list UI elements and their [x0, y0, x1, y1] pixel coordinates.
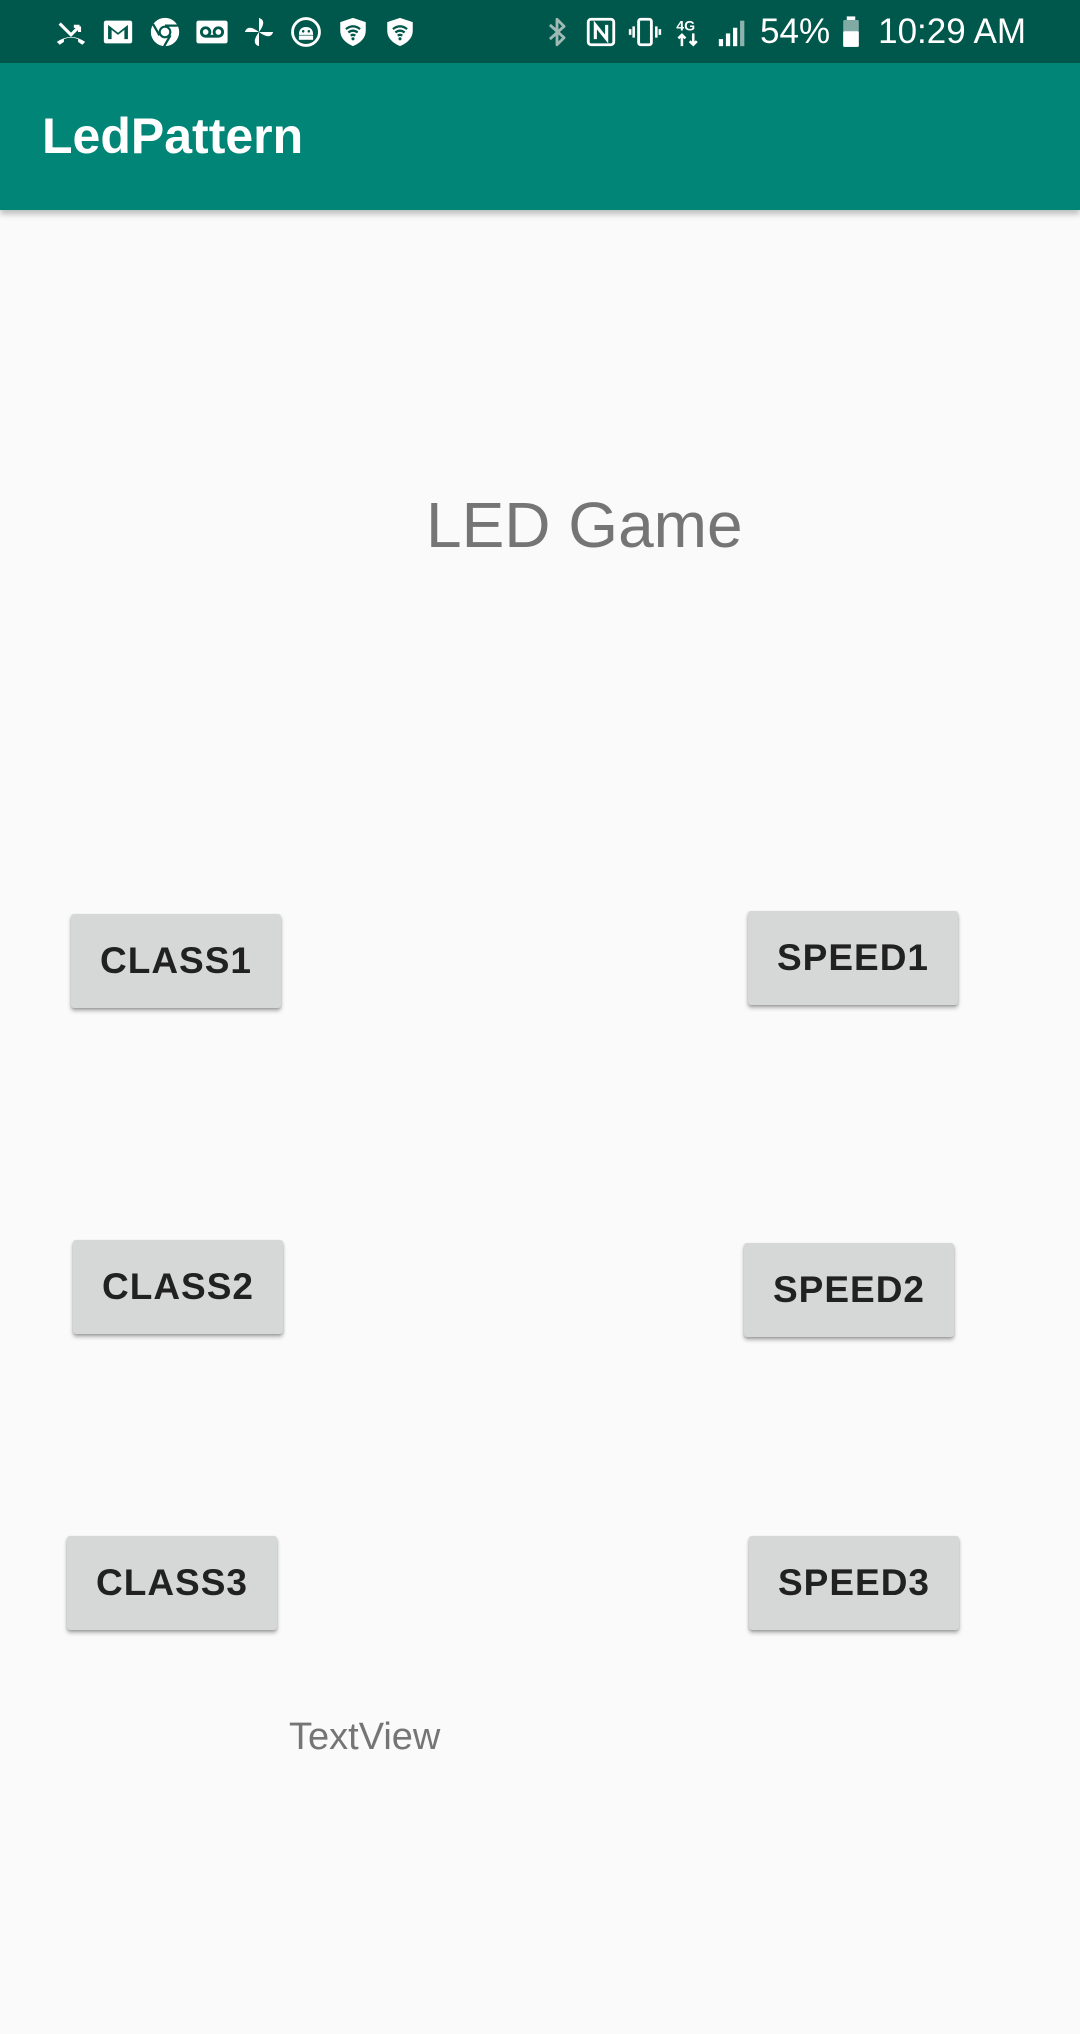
- speed2-button[interactable]: SPEED2: [744, 1243, 954, 1337]
- gmail-icon: [101, 15, 135, 49]
- nfc-icon: [584, 15, 618, 49]
- speed1-button[interactable]: SPEED1: [748, 911, 958, 1005]
- game-title: LED Game: [426, 489, 743, 561]
- android-debug-icon: [289, 15, 323, 49]
- class3-button[interactable]: CLASS3: [67, 1536, 277, 1630]
- status-bar: 4G 54% 10:29 AM: [0, 0, 1080, 63]
- wifi-shield-icon: [383, 15, 417, 49]
- data-4g-icon: 4G: [672, 15, 706, 49]
- clock: 10:29 AM: [878, 12, 1026, 51]
- svg-text:4G: 4G: [676, 18, 695, 34]
- pinwheel-icon: [242, 15, 276, 49]
- class2-button[interactable]: CLASS2: [73, 1240, 283, 1334]
- app-bar: LedPattern: [0, 63, 1080, 210]
- missed-call-icon: [54, 15, 88, 49]
- system-icons: 4G 54% 10:29 AM: [540, 0, 1026, 63]
- speed3-button[interactable]: SPEED3: [749, 1536, 959, 1630]
- wifi-shield-icon: [336, 15, 370, 49]
- signal-icon: [716, 15, 750, 49]
- class1-button[interactable]: CLASS1: [71, 914, 281, 1008]
- app-title: LedPattern: [42, 108, 304, 164]
- voicemail-icon: [195, 15, 229, 49]
- vibrate-icon: [628, 15, 662, 49]
- chrome-icon: [148, 15, 182, 49]
- notification-icons: [54, 0, 417, 63]
- battery-icon: [840, 15, 862, 49]
- bluetooth-icon: [540, 15, 574, 49]
- battery-percentage: 54%: [760, 12, 831, 51]
- status-textview: TextView: [289, 1716, 441, 1758]
